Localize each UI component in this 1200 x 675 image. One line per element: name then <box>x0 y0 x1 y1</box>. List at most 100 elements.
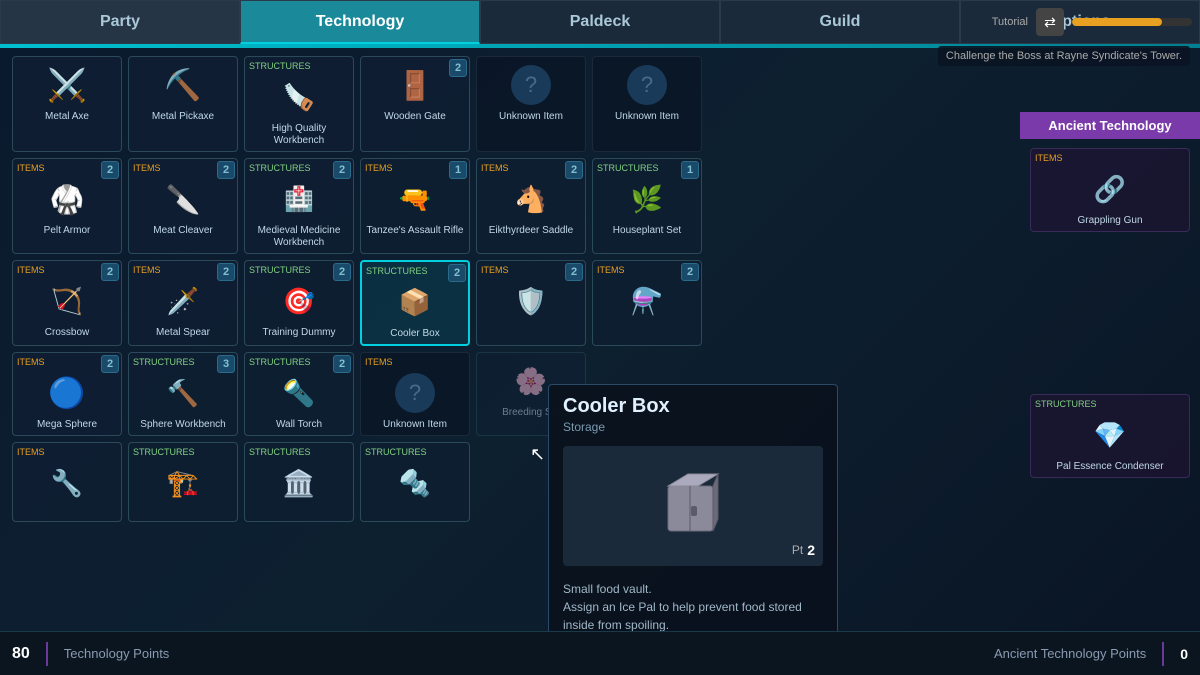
metal-axe-icon: ⚔️ <box>40 61 94 109</box>
tab-guild[interactable]: Guild <box>720 0 960 44</box>
item-row5-4[interactable]: Structures 🔩 <box>360 442 470 522</box>
condenser-icon: 💎 <box>1083 411 1137 459</box>
bottom-divider-1 <box>46 642 48 666</box>
ancient-points-label: Ancient Technology Points <box>994 646 1146 661</box>
grappling-gun-icon: 🔗 <box>1083 165 1137 213</box>
item-eikthyrdeer-saddle[interactable]: Items 2 🐴 Eikthyrdeer Saddle <box>476 158 586 254</box>
tutorial-label: Tutorial <box>992 16 1028 28</box>
row5-4-category: Structures <box>365 447 427 457</box>
saddle-category: Items <box>481 163 509 173</box>
item-grappling-gun[interactable]: Items 🔗 Grappling Gun <box>1030 148 1190 232</box>
row3-6-level: 2 <box>681 263 699 281</box>
row3-5-category: Items <box>481 265 509 275</box>
tanzee-rifle-level: 1 <box>449 161 467 179</box>
training-dummy-category: Structures <box>249 265 311 275</box>
wall-torch-category: Structures <box>249 357 311 367</box>
saddle-level: 2 <box>565 161 583 179</box>
pt-value: 2 <box>807 542 815 558</box>
pelt-armor-level: 2 <box>101 161 119 179</box>
item-row3-5[interactable]: Items 2 🛡️ <box>476 260 586 346</box>
tech-row-4: Items 2 🔵 Mega Sphere Structures 3 🔨 Sph… <box>12 352 1000 436</box>
condenser-category: Structures <box>1035 399 1097 409</box>
item-row5-1[interactable]: Items 🔧 <box>12 442 122 522</box>
metal-spear-name: Metal Spear <box>156 327 210 339</box>
wooden-gate-name: Wooden Gate <box>384 111 446 123</box>
wall-torch-name: Wall Torch <box>276 419 322 431</box>
item-medieval-medicine[interactable]: Structures 2 🏥 Medieval Medicine Workben… <box>244 158 354 254</box>
tab-party[interactable]: Party <box>0 0 240 44</box>
item-metal-pickaxe[interactable]: ⛏️ Metal Pickaxe <box>128 56 238 152</box>
tab-paldeck[interactable]: Paldeck <box>480 0 720 44</box>
item-unknown-row4[interactable]: Items ? Unknown Item <box>360 352 470 436</box>
houseplant-icon: 🌿 <box>620 175 674 223</box>
mega-sphere-level: 2 <box>101 355 119 373</box>
crossbow-level: 2 <box>101 263 119 281</box>
item-hq-workbench[interactable]: Structures 🪚 High Quality Workbench <box>244 56 354 152</box>
tech-row-3: Items 2 🏹 Crossbow Items 2 🗡️ Metal Spea… <box>12 260 1000 346</box>
sphere-workbench-name: Sphere Workbench <box>140 419 225 431</box>
item-sphere-workbench[interactable]: Structures 3 🔨 Sphere Workbench <box>128 352 238 436</box>
cooler-box-popup: Cooler Box Storage Pt 2 S <box>548 384 838 631</box>
crossbow-icon: 🏹 <box>40 277 94 325</box>
unknown-2-name: Unknown Item <box>615 111 679 123</box>
tech-row-5: Items 🔧 Structures 🏗️ Structures 🏛️ Stru… <box>12 442 1000 522</box>
wooden-gate-icon: 🚪 <box>388 61 442 109</box>
item-cooler-box[interactable]: Structures 2 📦 Cooler Box <box>360 260 470 346</box>
item-meat-cleaver[interactable]: Items 2 🔪 Meat Cleaver <box>128 158 238 254</box>
item-wall-torch[interactable]: Structures 2 🔦 Wall Torch <box>244 352 354 436</box>
sphere-workbench-category: Structures <box>133 357 195 367</box>
item-row5-3[interactable]: Structures 🏛️ <box>244 442 354 522</box>
popup-header: Cooler Box Storage <box>549 385 837 438</box>
meat-cleaver-name: Meat Cleaver <box>153 225 212 237</box>
saddle-name: Eikthyrdeer Saddle <box>489 225 574 237</box>
item-wooden-gate[interactable]: 2 🚪 Wooden Gate <box>360 56 470 152</box>
item-unknown-2[interactable]: ? Unknown Item <box>592 56 702 152</box>
row3-6-icon: ⚗️ <box>620 277 674 325</box>
row3-5-icon: 🛡️ <box>504 277 558 325</box>
row5-1-category: Items <box>17 447 45 457</box>
metal-spear-icon: 🗡️ <box>156 277 210 325</box>
pelt-armor-name: Pelt Armor <box>44 225 91 237</box>
tab-technology[interactable]: Technology <box>240 0 480 44</box>
tutorial-icon[interactable]: ⇄ <box>1036 8 1064 36</box>
item-unknown-1[interactable]: ? Unknown Item <box>476 56 586 152</box>
tech-row-1: ⚔️ Metal Axe ⛏️ Metal Pickaxe Structures… <box>12 56 1000 152</box>
item-training-dummy[interactable]: Structures 2 🎯 Training Dummy <box>244 260 354 346</box>
popup-subtitle: Storage <box>563 420 823 434</box>
sphere-workbench-icon: 🔨 <box>156 369 210 417</box>
item-pal-essence-condenser[interactable]: Structures 💎 Pal Essence Condenser <box>1030 394 1190 478</box>
row5-3-icon: 🏛️ <box>272 459 326 507</box>
mega-sphere-name: Mega Sphere <box>37 419 97 431</box>
item-pelt-armor[interactable]: Items 2 🥋 Pelt Armor <box>12 158 122 254</box>
condenser-name: Pal Essence Condenser <box>1056 461 1163 473</box>
row3-6-category: Items <box>597 265 625 275</box>
item-metal-axe[interactable]: ⚔️ Metal Axe <box>12 56 122 152</box>
meat-cleaver-category: Items <box>133 163 161 173</box>
item-metal-spear[interactable]: Items 2 🗡️ Metal Spear <box>128 260 238 346</box>
item-row3-6[interactable]: Items 2 ⚗️ <box>592 260 702 346</box>
training-dummy-level: 2 <box>333 263 351 281</box>
unknown-row4-category: Items <box>365 357 393 367</box>
item-tanzee-rifle[interactable]: Items 1 🔫 Tanzee's Assault Rifle <box>360 158 470 254</box>
ancient-points-value: 0 <box>1180 646 1188 662</box>
tutorial-bar: Tutorial ⇄ <box>992 0 1200 44</box>
popup-image-area: Pt 2 <box>563 446 823 566</box>
nav-bar: Party Technology Paldeck Guild Options T… <box>0 0 1200 44</box>
item-houseplant-set[interactable]: Structures 1 🌿 Houseplant Set <box>592 158 702 254</box>
item-crossbow[interactable]: Items 2 🏹 Crossbow <box>12 260 122 346</box>
unknown-2-icon: ? <box>620 61 674 109</box>
metal-spear-category: Items <box>133 265 161 275</box>
row5-3-category: Structures <box>249 447 311 457</box>
training-dummy-name: Training Dummy <box>263 327 336 339</box>
unknown-1-name: Unknown Item <box>499 111 563 123</box>
tanzee-rifle-icon: 🔫 <box>388 175 442 223</box>
mega-sphere-category: Items <box>17 357 45 367</box>
item-mega-sphere[interactable]: Items 2 🔵 Mega Sphere <box>12 352 122 436</box>
technology-tab-label: Technology <box>316 13 405 31</box>
tutorial-progress-fill <box>1072 18 1162 26</box>
guild-tab-label: Guild <box>820 13 861 31</box>
item-row5-2[interactable]: Structures 🏗️ <box>128 442 238 522</box>
metal-pickaxe-name: Metal Pickaxe <box>152 111 214 123</box>
unknown-1-icon: ? <box>504 61 558 109</box>
tech-points-label: Technology Points <box>64 646 170 661</box>
